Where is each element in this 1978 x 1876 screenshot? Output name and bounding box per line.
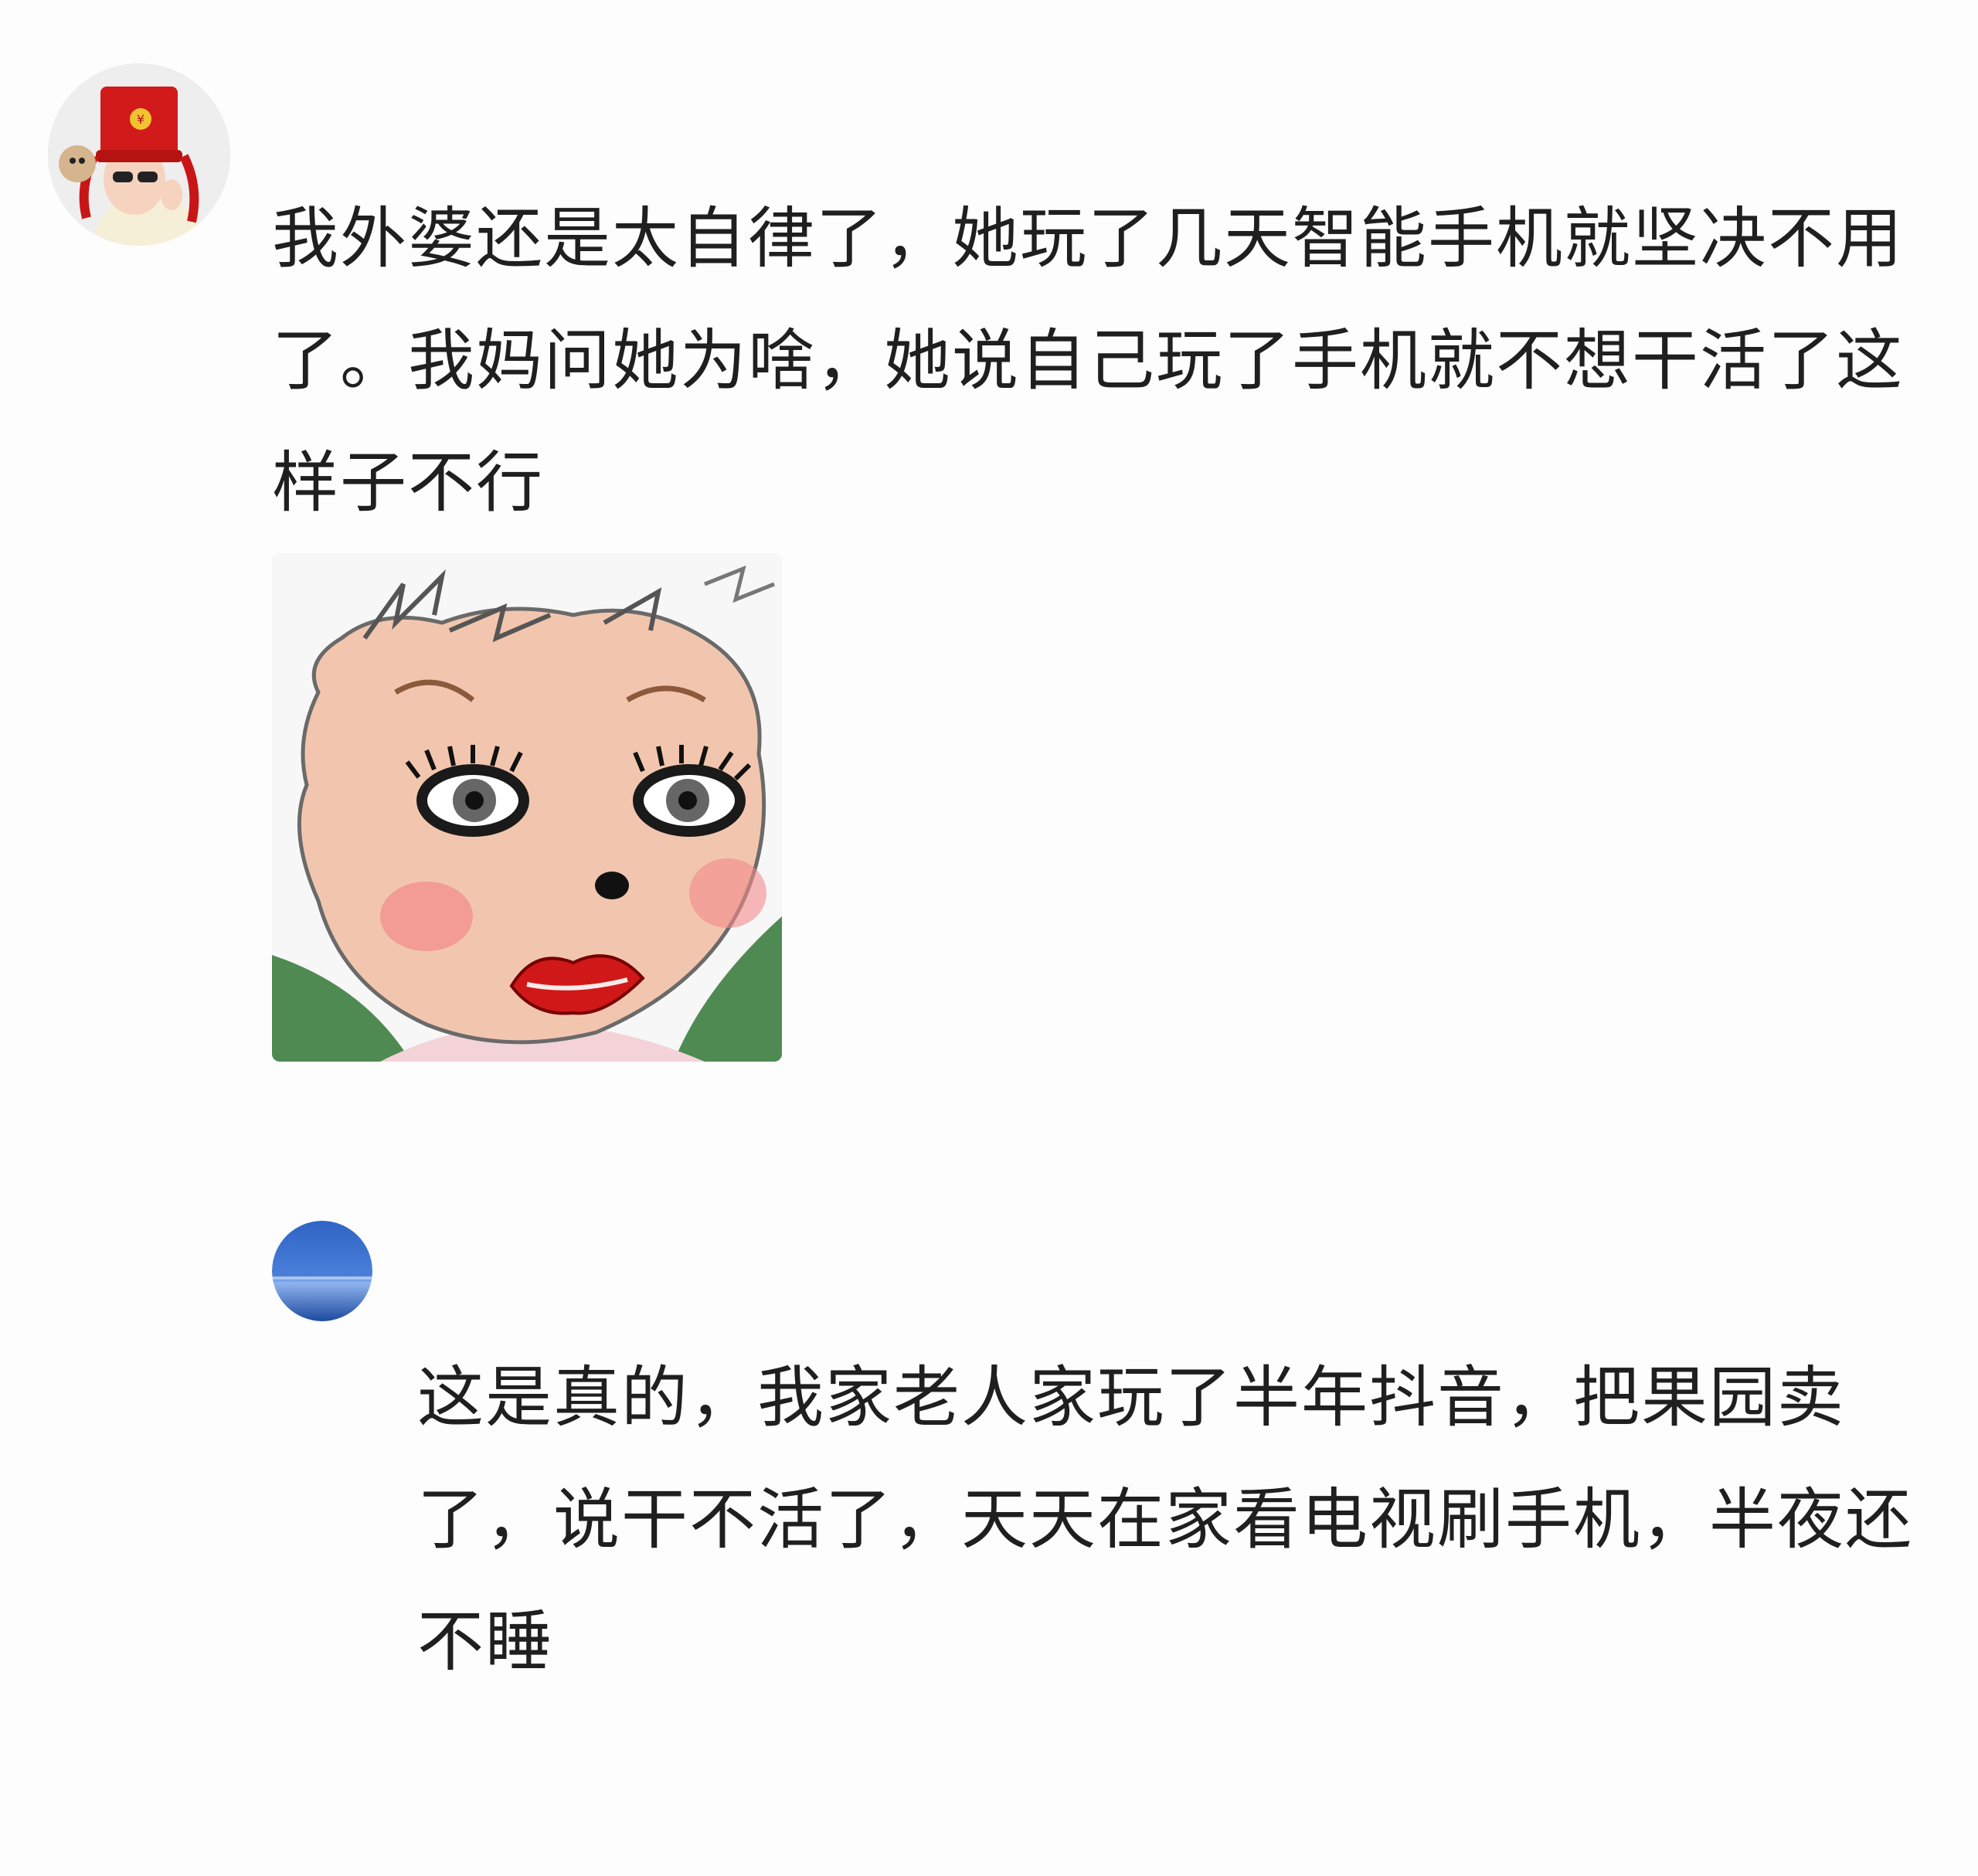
user-avatar-blue-sphere-icon: [272, 1221, 372, 1321]
avatar[interactable]: ¥: [48, 63, 230, 246]
comment-thread: ¥ 我外婆还是太自律了，她玩了几天智能手机就坚决不用了。我妈问她为啥，她说自己玩…: [0, 0, 1978, 1876]
meme-image[interactable]: [272, 553, 782, 1062]
avatar[interactable]: [272, 1221, 372, 1321]
cartoon-face-meme-sticker-icon: [272, 553, 782, 1062]
user-avatar-red-hat-icon: ¥: [48, 63, 230, 246]
comment-text: 我外婆还是太自律了，她玩了几天智能手机就坚决不用了。我妈问她为啥，她说自己玩了手…: [272, 200, 1904, 522]
comment-text: 这是真的，我家老人家玩了半年抖音，把果园卖了，说干不活了，天天在家看电视刷手机，…: [417, 1359, 1913, 1681]
svg-text:¥: ¥: [137, 112, 144, 127]
